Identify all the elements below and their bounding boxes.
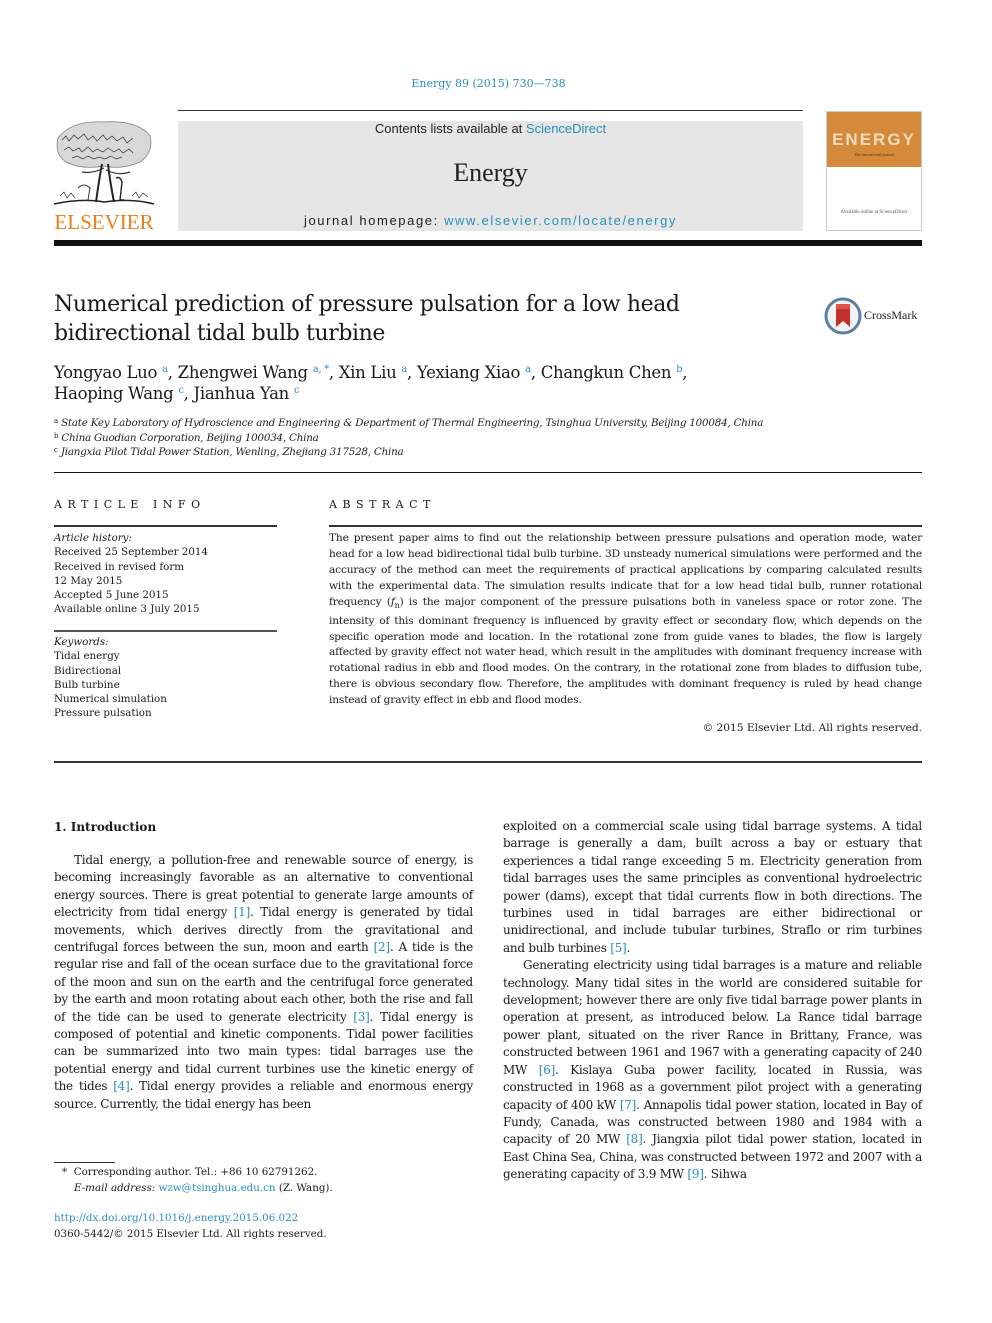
- affiliation-marker[interactable]: a: [162, 364, 168, 375]
- citation-link[interactable]: [7]: [620, 1098, 637, 1112]
- citation-link[interactable]: [1]: [234, 905, 251, 919]
- keyword-item: Pressure pulsation: [54, 707, 152, 720]
- keyword-item: Bidirectional: [54, 664, 122, 677]
- history-item: Received in revised form: [54, 560, 185, 573]
- abstract-copyright: © 2015 Elsevier Ltd. All rights reserved…: [702, 722, 922, 734]
- body-column-right: exploited on a commercial scale using ti…: [503, 818, 922, 1184]
- email-link[interactable]: wzw@tsinghua.edu.cn: [159, 1182, 276, 1194]
- elsevier-wordmark: ELSEVIER: [54, 210, 154, 234]
- author[interactable]: Jianhua Yan c: [194, 384, 300, 403]
- footnote-rule: [54, 1162, 115, 1163]
- doi-block: http://dx.doi.org/10.1016/j.energy.2015.…: [54, 1211, 454, 1242]
- citation-link[interactable]: [9]: [687, 1167, 704, 1181]
- citation-link[interactable]: [6]: [539, 1063, 556, 1077]
- homepage-prefix: journal homepage:: [303, 213, 445, 228]
- affiliation-b: b China Guodian Corporation, Beijing 100…: [54, 431, 319, 444]
- doi-link[interactable]: http://dx.doi.org/10.1016/j.energy.2015.…: [54, 1212, 298, 1224]
- article-title: Numerical prediction of pressure pulsati…: [54, 292, 680, 346]
- author-list: Yongyao Luo a, Zhengwei Wang a, *, Xin L…: [54, 363, 688, 403]
- crossmark-badge[interactable]: CrossMark: [824, 296, 924, 336]
- keyword-item: Numerical simulation: [54, 693, 167, 706]
- intro-paragraph: exploited on a commercial scale using ti…: [503, 819, 922, 955]
- intro-paragraph: Tidal energy, a pollution-free and renew…: [54, 853, 474, 1111]
- affiliation-c: c Jiangxia Pilot Tidal Power Station, We…: [54, 446, 404, 458]
- intro-paragraph: Generating electricity using tidal barra…: [503, 958, 923, 1182]
- footnote-marker: *: [62, 1166, 68, 1178]
- history-item: Accepted 5 June 2015: [54, 589, 169, 602]
- crossmark-label: CrossMark: [864, 308, 918, 322]
- author[interactable]: Yexiang Xiao a: [417, 363, 531, 382]
- affiliation-rule: [54, 472, 922, 473]
- contents-prefix: Contents lists available at: [374, 121, 526, 136]
- affiliation-marker[interactable]: c: [294, 385, 300, 396]
- abstract-text: The present paper aims to find out the r…: [329, 532, 922, 707]
- journal-homepage-line: journal homepage: www.elsevier.com/locat…: [178, 213, 803, 228]
- cover-subtitle: The international journal: [854, 152, 894, 157]
- history-item: Available online 3 July 2015: [54, 603, 200, 616]
- abstract-rule: [329, 525, 922, 527]
- header-thick-rule: [54, 240, 922, 246]
- elsevier-tree-icon: [53, 121, 155, 205]
- introduction-heading: 1. Introduction: [54, 820, 157, 834]
- email-label: E-mail address:: [74, 1181, 156, 1194]
- crossmark-icon: [824, 297, 862, 335]
- sciencedirect-link[interactable]: ScienceDirect: [526, 121, 606, 136]
- journal-reference-link[interactable]: Energy 89 (2015) 730—738: [0, 77, 977, 90]
- article-info-heading: ARTICLE INFO: [54, 498, 206, 511]
- affiliations: a State Key Laboratory of Hydroscience a…: [54, 416, 914, 460]
- abstract-heading: ABSTRACT: [329, 498, 436, 511]
- citation-link[interactable]: [8]: [626, 1132, 643, 1146]
- author[interactable]: Changkun Chen b: [541, 363, 683, 382]
- journal-name: Energy: [453, 158, 528, 187]
- body-column-left: Tidal energy, a pollution-free and renew…: [54, 852, 473, 1113]
- keywords-label: Keywords:: [54, 636, 109, 648]
- author[interactable]: Xin Liu a: [339, 363, 408, 382]
- cover-title: ENERGY: [832, 130, 916, 149]
- citation-link[interactable]: [3]: [353, 1010, 370, 1024]
- issn-copyright: 0360-5442/© 2015 Elsevier Ltd. All right…: [54, 1227, 327, 1240]
- journal-masthead: Contents lists available at ScienceDirec…: [178, 121, 803, 231]
- author[interactable]: Zhengwei Wang a, *: [178, 363, 329, 382]
- article-history: Article history: Received 25 September 2…: [54, 531, 277, 617]
- contents-available-line: Contents lists available at ScienceDirec…: [178, 121, 803, 137]
- keywords: Keywords: Tidal energy Bidirectional Bul…: [54, 635, 277, 721]
- journal-cover-thumbnail[interactable]: ENERGY The international journal Availab…: [826, 111, 922, 231]
- history-item: 12 May 2015: [54, 574, 123, 587]
- history-item: Received 25 September 2014: [54, 546, 208, 559]
- email-suffix: (Z. Wang).: [275, 1181, 333, 1194]
- keyword-item: Tidal energy: [54, 650, 120, 663]
- affiliation-marker[interactable]: c: [178, 385, 184, 396]
- citation-link[interactable]: [4]: [113, 1079, 130, 1093]
- author[interactable]: Haoping Wang c: [54, 384, 184, 403]
- affiliation-marker[interactable]: a, *: [313, 364, 329, 375]
- corresponding-author-text: Corresponding author. Tel.: +86 10 62791…: [73, 1166, 318, 1178]
- frontmatter-bottom-rule: [54, 761, 922, 763]
- elsevier-logo[interactable]: ELSEVIER: [52, 118, 156, 234]
- citation-link[interactable]: [2]: [374, 940, 391, 954]
- affiliation-marker[interactable]: a: [525, 364, 531, 375]
- affiliation-a: a State Key Laboratory of Hydroscience a…: [54, 417, 764, 429]
- top-rule: [178, 110, 803, 111]
- article-info-rule: [54, 525, 277, 527]
- author[interactable]: Yongyao Luo a: [54, 363, 168, 382]
- journal-homepage-link[interactable]: www.elsevier.com/locate/energy: [444, 213, 677, 228]
- citation-link[interactable]: [5]: [610, 941, 627, 955]
- corresponding-author-footnote: * Corresponding author. Tel.: +86 10 627…: [62, 1165, 462, 1196]
- cover-footer: Available online at ScienceDirect: [840, 210, 908, 215]
- affiliation-marker[interactable]: b: [676, 364, 682, 375]
- keywords-rule: [54, 630, 277, 632]
- history-label: Article history:: [54, 532, 132, 544]
- affiliation-marker[interactable]: a: [401, 364, 407, 375]
- keyword-item: Bulb turbine: [54, 678, 120, 691]
